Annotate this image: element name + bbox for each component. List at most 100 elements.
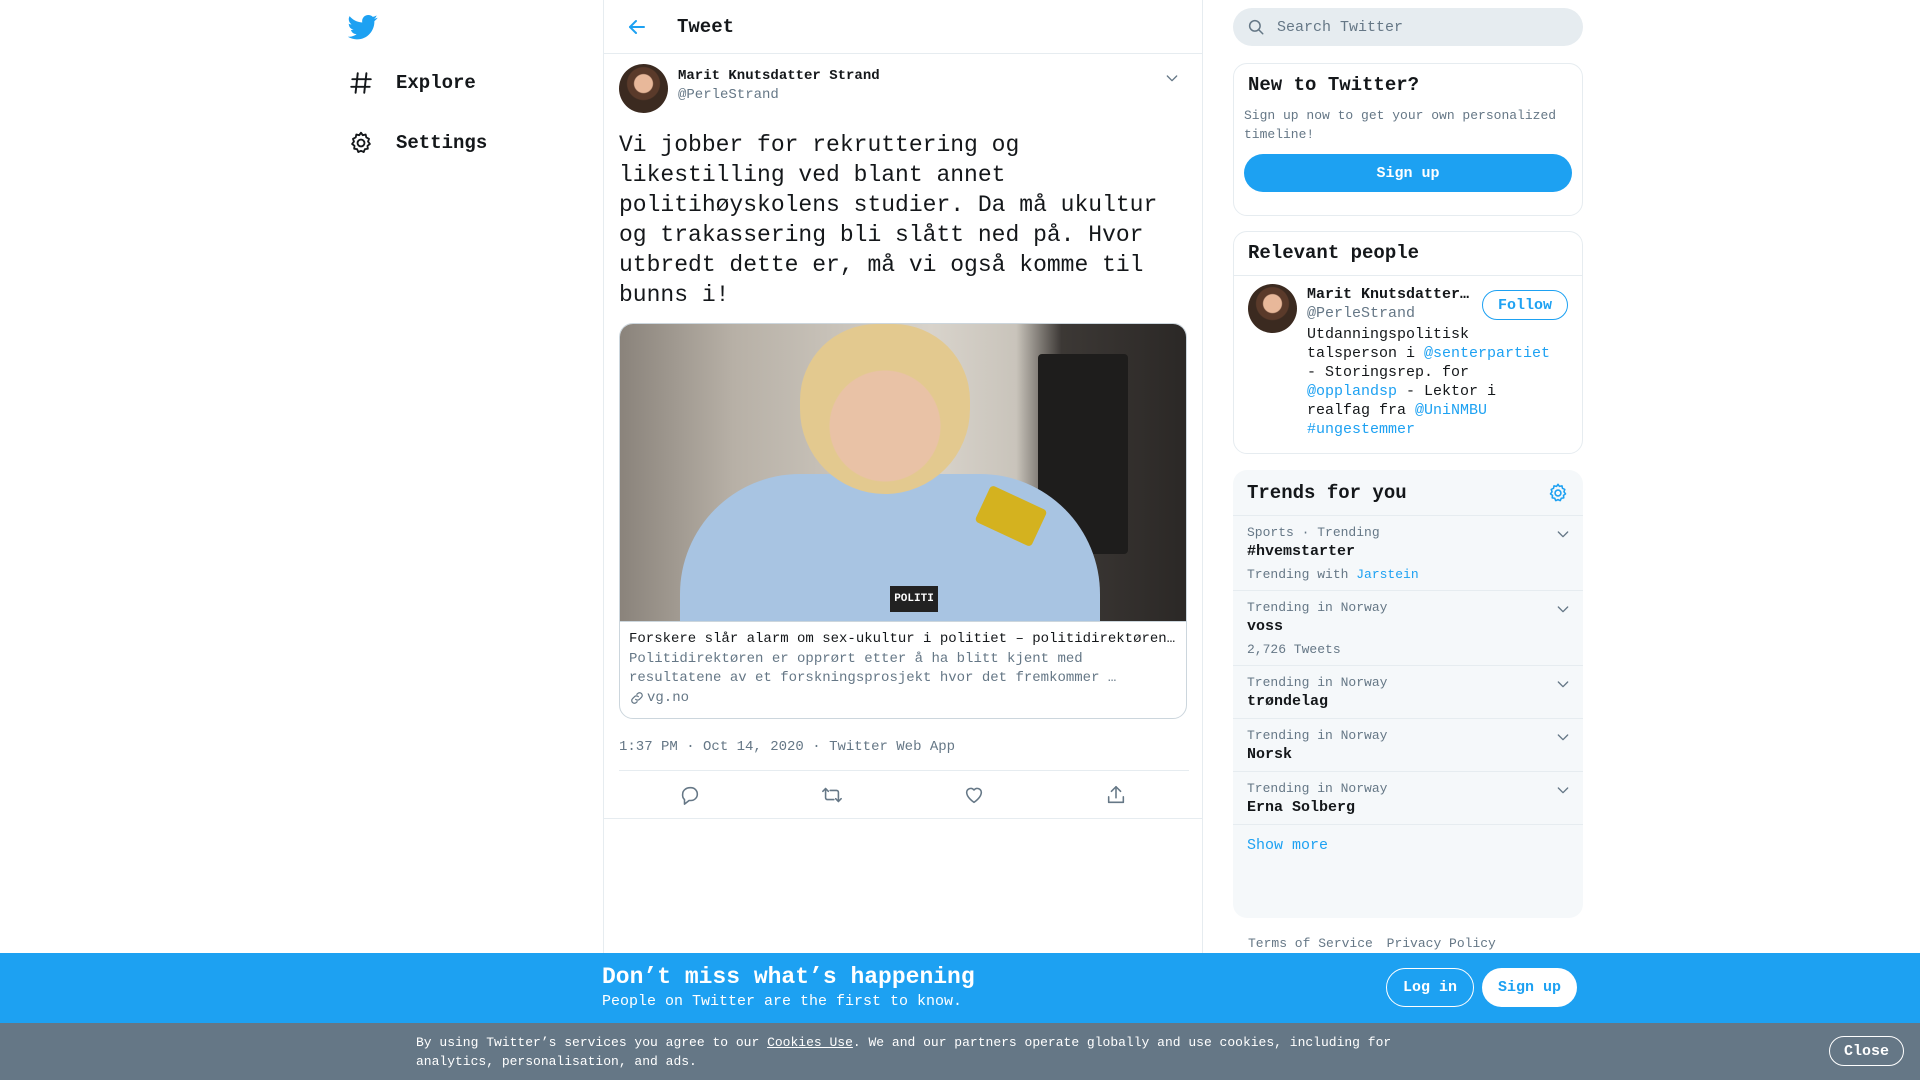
new-to-twitter-box: New to Twitter? Sign up now to get your … — [1233, 63, 1583, 216]
bio-text: - Storingsrep. for — [1307, 364, 1470, 381]
signup-banner: Don’t miss what’s happening People on Tw… — [0, 953, 1920, 1023]
tweet-timestamp[interactable]: 1:37 PM · Oct 14, 2020 — [619, 739, 804, 755]
chevron-down-icon[interactable] — [1555, 601, 1571, 617]
trends-title: Trends for you — [1247, 481, 1407, 504]
share-icon[interactable] — [1105, 784, 1127, 806]
trend-item[interactable]: Trending in Norway voss 2,726 Tweets — [1233, 591, 1583, 666]
show-more-link[interactable]: Show more — [1233, 825, 1583, 866]
trends-settings-gear-icon[interactable] — [1547, 482, 1569, 504]
hashtag-icon — [350, 72, 372, 94]
trends-header: Trends for you — [1233, 470, 1583, 516]
main-column: Tweet Marit Knutsdatter Strand @PerleStr… — [603, 0, 1203, 1080]
sidebar-signup-button[interactable]: Sign up — [1244, 154, 1572, 192]
person-item[interactable]: Marit Knutsdatter Strand @PerleStrand Ut… — [1234, 276, 1582, 447]
trend-context: Trending in Norway — [1247, 781, 1388, 796]
chevron-down-icon[interactable] — [1555, 782, 1571, 798]
cookies-use-link[interactable]: Cookies Use — [767, 1035, 853, 1050]
author-names: Marit Knutsdatter Strand @PerleStrand — [678, 68, 880, 103]
author-name[interactable]: Marit Knutsdatter Strand — [678, 68, 880, 84]
twitter-logo-icon[interactable] — [348, 12, 378, 42]
person-handle[interactable]: @PerleStrand — [1307, 305, 1477, 322]
page-title: Tweet — [677, 15, 735, 38]
chevron-down-icon[interactable] — [1555, 526, 1571, 542]
trend-tweet-count: 2,726 Tweets — [1247, 642, 1341, 657]
author-handle[interactable]: @PerleStrand — [678, 87, 880, 103]
trend-related-link[interactable]: Jarstein — [1356, 567, 1418, 582]
trend-context: Trending in Norway — [1247, 728, 1388, 743]
trends-box: Trends for you Sports · Trending #hvemst… — [1233, 470, 1583, 918]
person-avatar[interactable] — [1248, 284, 1297, 333]
trend-item[interactable]: Trending in Norway Norsk — [1233, 719, 1583, 772]
main-header: Tweet — [604, 0, 1202, 54]
banner-text: Don’t miss what’s happening People on Tw… — [602, 964, 975, 1010]
trend-item[interactable]: Sports · Trending #hvemstarter Trending … — [1233, 516, 1583, 591]
card-domain: vg.no — [629, 690, 1177, 706]
tweet-text: Vi jobber for rekruttering og likestilli… — [619, 132, 1158, 308]
link-card[interactable]: POLITI Forskere slår alarm om sex-ukultu… — [619, 323, 1187, 719]
cookie-text: By using Twitter’s services you agree to… — [416, 1033, 1416, 1071]
chevron-down-icon[interactable] — [1555, 729, 1571, 745]
tweet-actions — [604, 771, 1202, 819]
card-domain-text: vg.no — [647, 690, 690, 706]
avatar[interactable] — [619, 64, 668, 113]
privacy-link[interactable]: Privacy Policy — [1387, 936, 1496, 951]
search-input[interactable] — [1277, 18, 1557, 36]
search-box[interactable] — [1233, 8, 1583, 46]
trend-extra: Trending with Jarstein — [1247, 567, 1569, 582]
police-badge: POLITI — [890, 586, 938, 612]
relevant-people-title: Relevant people — [1234, 232, 1582, 276]
tweet-author-row: Marit Knutsdatter Strand @PerleStrand — [619, 64, 1187, 116]
nav-settings[interactable]: Settings — [348, 130, 487, 156]
follow-button[interactable]: Follow — [1481, 290, 1568, 320]
terms-link[interactable]: Terms of Service — [1248, 936, 1373, 951]
card-body: Forskere slår alarm om sex-ukultur i pol… — [620, 621, 1186, 718]
trend-item[interactable]: Trending in Norway trøndelag — [1233, 666, 1583, 719]
tweet: Marit Knutsdatter Strand @PerleStrand Vi… — [604, 54, 1202, 819]
card-title: Forskere slår alarm om sex-ukultur i pol… — [629, 631, 1177, 647]
chevron-down-icon[interactable] — [1164, 70, 1180, 86]
link-icon — [631, 692, 643, 704]
trend-name: Erna Solberg — [1247, 799, 1356, 816]
reply-icon[interactable] — [679, 784, 701, 806]
trend-item[interactable]: Trending in Norway Erna Solberg — [1233, 772, 1583, 825]
trend-context: Trending in Norway — [1247, 675, 1388, 690]
trend-name: #hvemstarter — [1247, 543, 1356, 560]
tweet-meta: 1:37 PM · Oct 14, 2020 · Twitter Web App — [619, 739, 1189, 771]
bio-mention-opplandsp[interactable]: @opplandsp — [1307, 383, 1397, 400]
like-heart-icon[interactable] — [963, 784, 985, 806]
bio-mention-uninmbu[interactable]: @UniNMBU — [1415, 402, 1487, 419]
trend-extra-prefix: Trending with — [1247, 567, 1357, 582]
search-icon — [1248, 19, 1264, 35]
cookie-banner: By using Twitter’s services you agree to… — [0, 1023, 1920, 1080]
nav-explore-label: Explore — [396, 72, 476, 94]
nav-settings-label: Settings — [396, 132, 488, 154]
chevron-down-icon[interactable] — [1555, 676, 1571, 692]
trend-name: trøndelag — [1247, 693, 1329, 710]
trend-context: Sports · Trending — [1247, 525, 1380, 540]
trend-name: voss — [1247, 618, 1284, 635]
person-face — [800, 324, 970, 494]
card-image: POLITI — [620, 324, 1186, 621]
person-info: Marit Knutsdatter Strand @PerleStrand Ut… — [1307, 284, 1550, 439]
bio-mention-senterpartiet[interactable]: @senterpartiet — [1424, 345, 1550, 362]
cookie-text-before: By using Twitter’s services you agree to… — [416, 1035, 768, 1050]
footer-links: Terms of Service Privacy Policy — [1248, 936, 1502, 951]
bio-hashtag[interactable]: #ungestemmer — [1307, 421, 1415, 438]
gear-icon — [351, 131, 371, 153]
person-name[interactable]: Marit Knutsdatter Strand — [1307, 286, 1477, 303]
login-button[interactable]: Log in — [1386, 968, 1475, 1007]
banner-signup-button[interactable]: Sign up — [1482, 968, 1578, 1007]
meta-separator: · — [812, 739, 821, 755]
trend-name: Norsk — [1247, 746, 1293, 763]
banner-title: Don’t miss what’s happening — [602, 964, 975, 990]
nav-explore[interactable]: Explore — [348, 70, 476, 96]
cookie-close-button[interactable]: Close — [1829, 1036, 1905, 1066]
retweet-icon[interactable] — [821, 784, 843, 806]
tweet-source[interactable]: Twitter Web App — [829, 739, 955, 755]
new-to-twitter-subtitle: Sign up now to get your own personalized… — [1244, 108, 1557, 142]
card-description: Politidirektøren er opprørt etter å ha b… — [629, 651, 1117, 686]
banner-subtitle: People on Twitter are the first to know. — [602, 993, 963, 1010]
back-arrow-icon[interactable] — [625, 15, 649, 39]
person-bio: Utdanningspolitisk talsperson i @senterp… — [1307, 325, 1557, 439]
relevant-people-box: Relevant people Marit Knutsdatter Strand… — [1233, 231, 1583, 454]
